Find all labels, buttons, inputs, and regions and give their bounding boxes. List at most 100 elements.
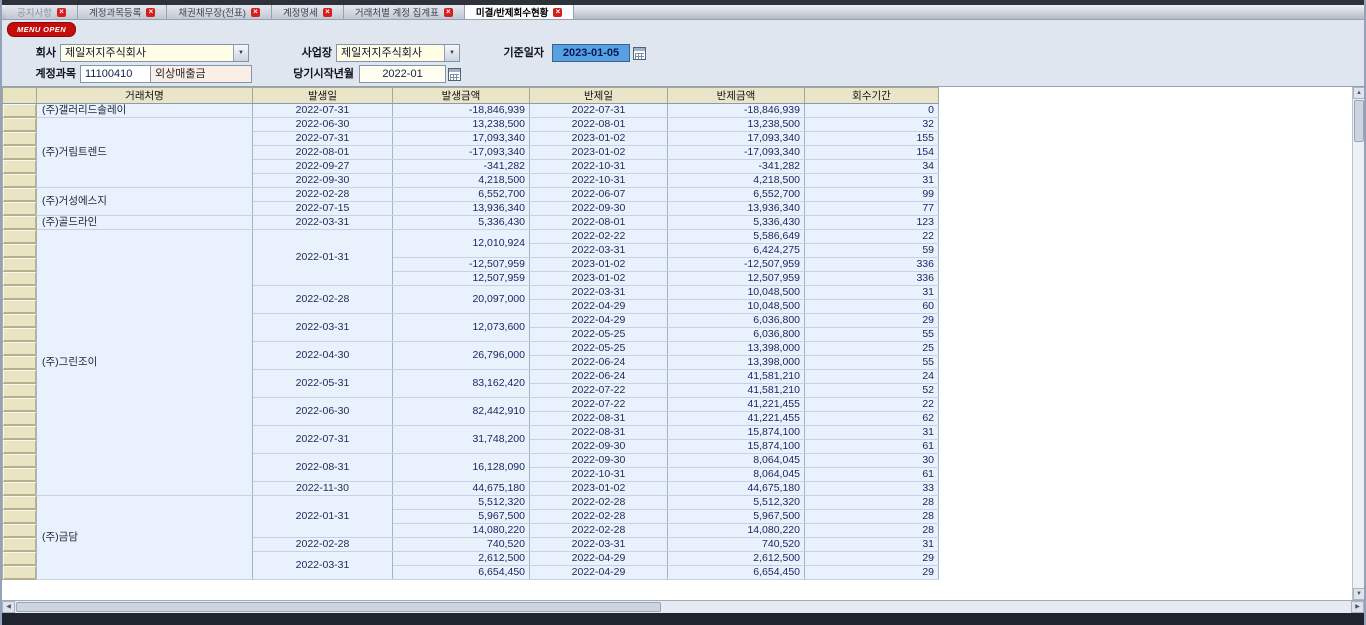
- occurrence-amount-cell[interactable]: 6,552,700: [393, 188, 530, 202]
- settlement-date-cell[interactable]: 2023-01-02: [530, 146, 668, 160]
- settlement-amount-cell[interactable]: 13,936,340: [668, 202, 805, 216]
- collection-days-cell[interactable]: 30: [805, 454, 939, 468]
- vertical-scrollbar-thumb[interactable]: [1354, 100, 1364, 142]
- settlement-date-cell[interactable]: 2022-05-25: [530, 342, 668, 356]
- collection-days-cell[interactable]: 28: [805, 496, 939, 510]
- occurrence-amount-cell[interactable]: 740,520: [393, 538, 530, 552]
- collection-days-cell[interactable]: 33: [805, 482, 939, 496]
- row-selector[interactable]: [3, 538, 37, 552]
- menu-open-button[interactable]: MENU OPEN: [7, 22, 76, 37]
- account-code-input[interactable]: 11100410: [80, 65, 151, 83]
- row-selector[interactable]: [3, 510, 37, 524]
- settlement-date-cell[interactable]: 2022-09-30: [530, 454, 668, 468]
- settlement-amount-cell[interactable]: 5,336,430: [668, 216, 805, 230]
- customer-name-cell[interactable]: (주)그린조이: [37, 230, 253, 496]
- settlement-amount-cell[interactable]: 6,424,275: [668, 244, 805, 258]
- settlement-date-cell[interactable]: 2022-10-31: [530, 160, 668, 174]
- vertical-scrollbar[interactable]: ▲ ▼: [1352, 87, 1364, 600]
- occurrence-amount-cell[interactable]: -18,846,939: [393, 104, 530, 118]
- tab-close-icon[interactable]: ×: [251, 8, 260, 17]
- occurrence-date-cell[interactable]: 2022-06-30: [253, 398, 393, 426]
- row-selector[interactable]: [3, 552, 37, 566]
- collection-days-cell[interactable]: 52: [805, 384, 939, 398]
- row-selector[interactable]: [3, 342, 37, 356]
- settlement-amount-cell[interactable]: 44,675,180: [668, 482, 805, 496]
- settlement-date-cell[interactable]: 2022-03-31: [530, 286, 668, 300]
- occurrence-amount-cell[interactable]: -17,093,340: [393, 146, 530, 160]
- tab-close-icon[interactable]: ×: [146, 8, 155, 17]
- occurrence-amount-cell[interactable]: -12,507,959: [393, 258, 530, 272]
- settlement-date-cell[interactable]: 2022-07-22: [530, 398, 668, 412]
- scroll-down-icon[interactable]: ▼: [1353, 588, 1364, 600]
- occurrence-amount-cell[interactable]: 5,512,320: [393, 496, 530, 510]
- occurrence-date-cell[interactable]: 2022-02-28: [253, 538, 393, 552]
- tab-close-icon[interactable]: ×: [57, 8, 66, 17]
- occurrence-amount-cell[interactable]: 20,097,000: [393, 286, 530, 314]
- occurrence-date-cell[interactable]: 2022-05-31: [253, 370, 393, 398]
- settlement-amount-cell[interactable]: 10,048,500: [668, 286, 805, 300]
- occurrence-date-cell[interactable]: 2022-08-31: [253, 454, 393, 482]
- collection-days-cell[interactable]: 60: [805, 300, 939, 314]
- settlement-amount-cell[interactable]: 12,507,959: [668, 272, 805, 286]
- settlement-date-cell[interactable]: 2022-02-28: [530, 496, 668, 510]
- row-selector[interactable]: [3, 132, 37, 146]
- settlement-date-cell[interactable]: 2022-05-25: [530, 328, 668, 342]
- company-select[interactable]: 제일저지주식회사 ▼: [60, 44, 249, 62]
- row-selector[interactable]: [3, 412, 37, 426]
- collection-days-cell[interactable]: 28: [805, 524, 939, 538]
- tab-4[interactable]: 계정명세×: [272, 5, 344, 19]
- settlement-amount-cell[interactable]: 10,048,500: [668, 300, 805, 314]
- occurrence-amount-cell[interactable]: 83,162,420: [393, 370, 530, 398]
- occurrence-amount-cell[interactable]: 5,967,500: [393, 510, 530, 524]
- occurrence-amount-cell[interactable]: -341,282: [393, 160, 530, 174]
- collection-days-cell[interactable]: 28: [805, 510, 939, 524]
- occurrence-amount-cell[interactable]: 13,936,340: [393, 202, 530, 216]
- collection-days-cell[interactable]: 24: [805, 370, 939, 384]
- settlement-amount-cell[interactable]: 15,874,100: [668, 426, 805, 440]
- collection-days-cell[interactable]: 154: [805, 146, 939, 160]
- occurrence-amount-cell[interactable]: 31,748,200: [393, 426, 530, 454]
- settlement-date-cell[interactable]: 2022-10-31: [530, 174, 668, 188]
- collection-days-cell[interactable]: 25: [805, 342, 939, 356]
- row-selector[interactable]: [3, 398, 37, 412]
- collection-days-cell[interactable]: 31: [805, 286, 939, 300]
- collection-days-cell[interactable]: 62: [805, 412, 939, 426]
- scroll-left-icon[interactable]: ◀: [2, 601, 15, 613]
- settlement-amount-cell[interactable]: 14,080,220: [668, 524, 805, 538]
- horizontal-scrollbar[interactable]: ◀ ▶: [2, 600, 1364, 613]
- settlement-date-cell[interactable]: 2023-01-02: [530, 482, 668, 496]
- settlement-amount-cell[interactable]: 13,398,000: [668, 356, 805, 370]
- row-selector[interactable]: [3, 566, 37, 580]
- customer-name-cell[interactable]: (주)거성에스지: [37, 188, 253, 216]
- settlement-amount-cell[interactable]: 17,093,340: [668, 132, 805, 146]
- row-selector[interactable]: [3, 160, 37, 174]
- settlement-amount-cell[interactable]: 5,512,320: [668, 496, 805, 510]
- occurrence-amount-cell[interactable]: 2,612,500: [393, 552, 530, 566]
- collection-days-cell[interactable]: 55: [805, 328, 939, 342]
- settlement-amount-cell[interactable]: -17,093,340: [668, 146, 805, 160]
- collection-days-cell[interactable]: 29: [805, 552, 939, 566]
- row-selector[interactable]: [3, 244, 37, 258]
- settlement-date-cell[interactable]: 2022-04-29: [530, 566, 668, 580]
- collection-days-cell[interactable]: 22: [805, 230, 939, 244]
- collection-days-cell[interactable]: 29: [805, 566, 939, 580]
- occurrence-date-cell[interactable]: 2022-07-31: [253, 426, 393, 454]
- occurrence-amount-cell[interactable]: 16,128,090: [393, 454, 530, 482]
- occurrence-amount-cell[interactable]: 26,796,000: [393, 342, 530, 370]
- settlement-date-cell[interactable]: 2022-03-31: [530, 538, 668, 552]
- settlement-date-cell[interactable]: 2022-04-29: [530, 552, 668, 566]
- occurrence-date-cell[interactable]: 2022-01-31: [253, 230, 393, 286]
- row-selector[interactable]: [3, 146, 37, 160]
- row-selector[interactable]: [3, 104, 37, 118]
- collection-days-cell[interactable]: 336: [805, 258, 939, 272]
- tab-5[interactable]: 거래처별 계정 집계표×: [344, 5, 465, 19]
- occurrence-date-cell[interactable]: 2022-07-31: [253, 104, 393, 118]
- tab-6[interactable]: 미결/반제회수현황×: [465, 5, 575, 19]
- settlement-date-cell[interactable]: 2022-08-01: [530, 118, 668, 132]
- row-selector[interactable]: [3, 286, 37, 300]
- settlement-amount-cell[interactable]: 5,967,500: [668, 510, 805, 524]
- occurrence-date-cell[interactable]: 2022-02-28: [253, 188, 393, 202]
- settlement-amount-cell[interactable]: 6,552,700: [668, 188, 805, 202]
- collection-days-cell[interactable]: 77: [805, 202, 939, 216]
- scroll-right-icon[interactable]: ▶: [1351, 601, 1364, 613]
